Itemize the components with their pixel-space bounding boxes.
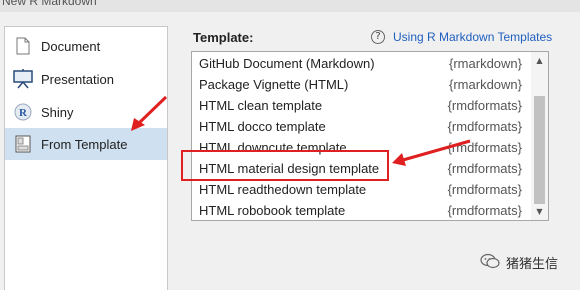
sidebar-item-label: From Template [41, 136, 128, 152]
scroll-thumb[interactable] [534, 96, 545, 204]
template-name: HTML downcute template [199, 140, 347, 155]
template-name: HTML readthedown template [199, 182, 367, 197]
sidebar-item-label: Document [41, 38, 101, 54]
template-row[interactable]: HTML docco template {rmdformats} [192, 116, 530, 137]
template-heading: Template: [193, 30, 254, 45]
sidebar-item-document[interactable]: Document [5, 30, 167, 62]
template-name: HTML docco template [199, 119, 326, 134]
template-name: HTML material design template [199, 161, 380, 176]
svg-text:R: R [19, 107, 28, 119]
template-list[interactable]: GitHub Document (Markdown) {rmarkdown} P… [191, 51, 549, 221]
shiny-icon: R [13, 101, 33, 123]
template-row[interactable]: HTML clean template {rmdformats} [192, 95, 530, 116]
template-name: HTML clean template [199, 98, 323, 113]
window-title: New R Markdown [2, 0, 97, 8]
template-row[interactable]: GitHub Document (Markdown) {rmarkdown} [192, 53, 530, 74]
template-row-material-design[interactable]: HTML material design template {rmdformat… [192, 158, 530, 179]
template-name: HTML robobook template [199, 203, 346, 218]
template-name: Package Vignette (HTML) [199, 77, 349, 92]
help-icon: ? [371, 30, 385, 44]
template-package: {rmdformats} [447, 161, 522, 176]
template-package: {rmdformats} [447, 182, 522, 197]
template-package: {rmdformats} [447, 140, 522, 155]
template-name: GitHub Document (Markdown) [199, 56, 375, 71]
watermark: 猪猪生信 [474, 253, 558, 272]
sidebar-item-label: Shiny [41, 104, 74, 120]
sidebar-item-shiny[interactable]: R Shiny [5, 96, 167, 128]
document-icon [13, 35, 33, 57]
template-row[interactable]: HTML readthedown template {rmdformats} [192, 179, 530, 200]
help-link-text: Using R Markdown Templates [393, 30, 553, 44]
presentation-icon [13, 68, 33, 90]
template-package: {rmdformats} [447, 203, 522, 218]
sidebar-item-presentation[interactable]: Presentation [5, 63, 167, 95]
template-icon [13, 133, 33, 155]
template-package: {rmarkdown} [449, 56, 522, 71]
template-list-scrollbar[interactable]: ▲ ▼ [531, 52, 548, 220]
window-titlebar: New R Markdown [0, 0, 580, 12]
watermark-text: 猪猪生信 [506, 256, 559, 271]
help-link[interactable]: ? Using R Markdown Templates [371, 30, 552, 44]
format-sidebar: Document Presentation R Shiny From Templ… [4, 26, 168, 290]
sidebar-item-from-template[interactable]: From Template [5, 128, 167, 160]
template-package: {rmdformats} [447, 119, 522, 134]
scroll-up-arrow-icon[interactable]: ▲ [531, 54, 548, 68]
sidebar-item-label: Presentation [41, 71, 114, 87]
wechat-icon [480, 253, 500, 272]
template-package: {rmdformats} [447, 98, 522, 113]
template-row[interactable]: HTML robobook template {rmdformats} [192, 200, 530, 220]
scroll-down-arrow-icon[interactable]: ▼ [531, 205, 548, 219]
template-row[interactable]: Package Vignette (HTML) {rmarkdown} [192, 74, 530, 95]
template-package: {rmarkdown} [449, 77, 522, 92]
template-row[interactable]: HTML downcute template {rmdformats} [192, 137, 530, 158]
